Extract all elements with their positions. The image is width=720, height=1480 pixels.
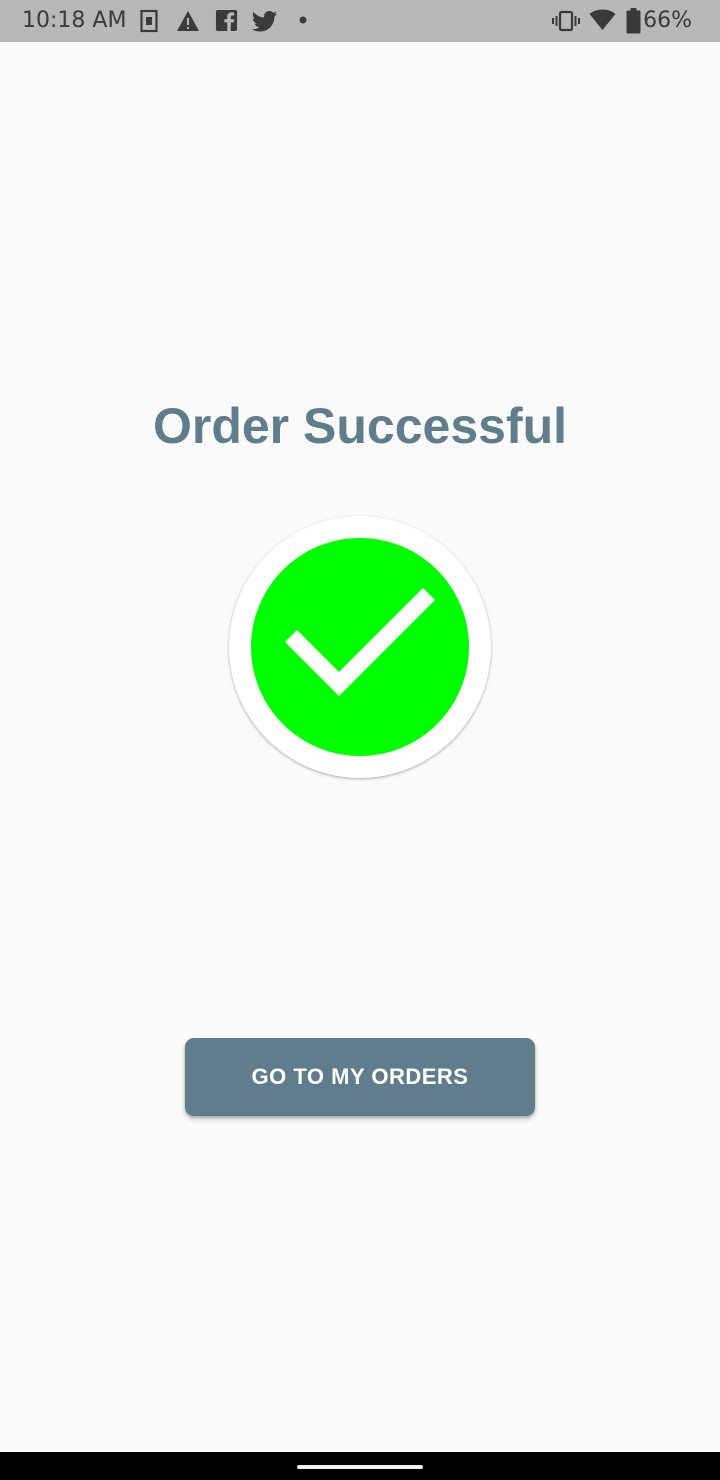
facebook-icon [215, 9, 238, 33]
wifi-icon [589, 9, 616, 33]
battery-icon [626, 8, 641, 34]
battery-percent: 66% [643, 8, 692, 33]
checkmark-icon [284, 587, 436, 697]
navigation-bar [0, 1452, 720, 1480]
success-badge [229, 516, 491, 778]
page-title: Order Successful [152, 398, 568, 454]
success-circle [251, 538, 469, 756]
warning-icon [176, 9, 200, 33]
notification-dot-icon [299, 16, 307, 40]
status-bar: 10:18 AM 66% [0, 0, 720, 42]
home-gesture-handle[interactable] [297, 1465, 423, 1469]
status-time: 10:18 AM [22, 8, 127, 33]
go-to-my-orders-button[interactable]: GO TO MY ORDERS [185, 1038, 535, 1116]
vibrate-icon [552, 9, 580, 33]
twitter-icon [252, 9, 278, 33]
sim-card-icon [140, 9, 158, 33]
